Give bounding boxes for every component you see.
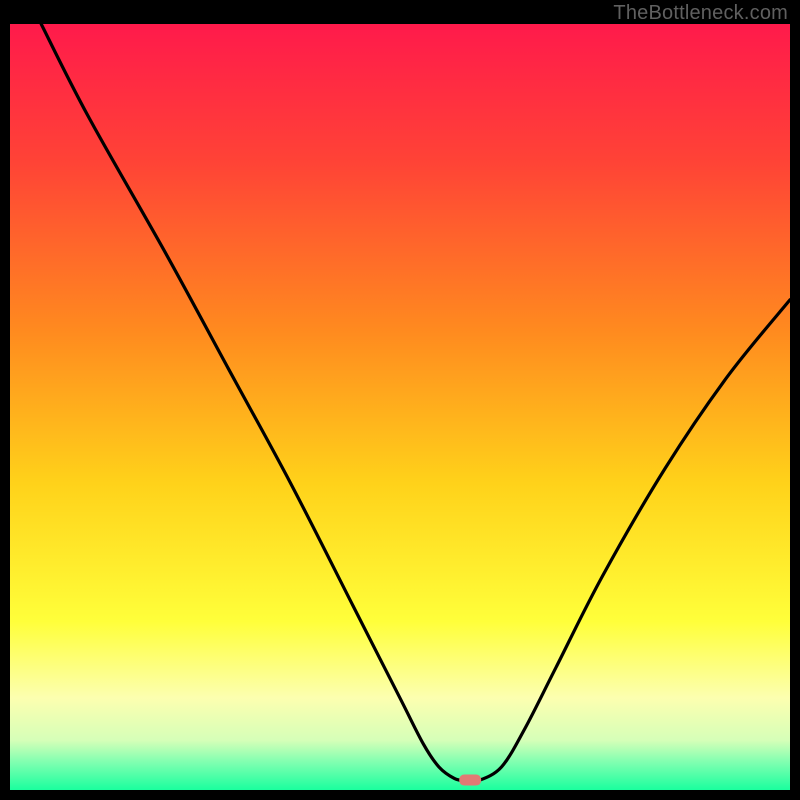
chart-frame xyxy=(10,24,790,790)
bottleneck-chart xyxy=(10,24,790,790)
watermark-text: TheBottleneck.com xyxy=(613,2,788,25)
chart-background xyxy=(10,24,790,790)
minimum-marker xyxy=(459,775,481,786)
